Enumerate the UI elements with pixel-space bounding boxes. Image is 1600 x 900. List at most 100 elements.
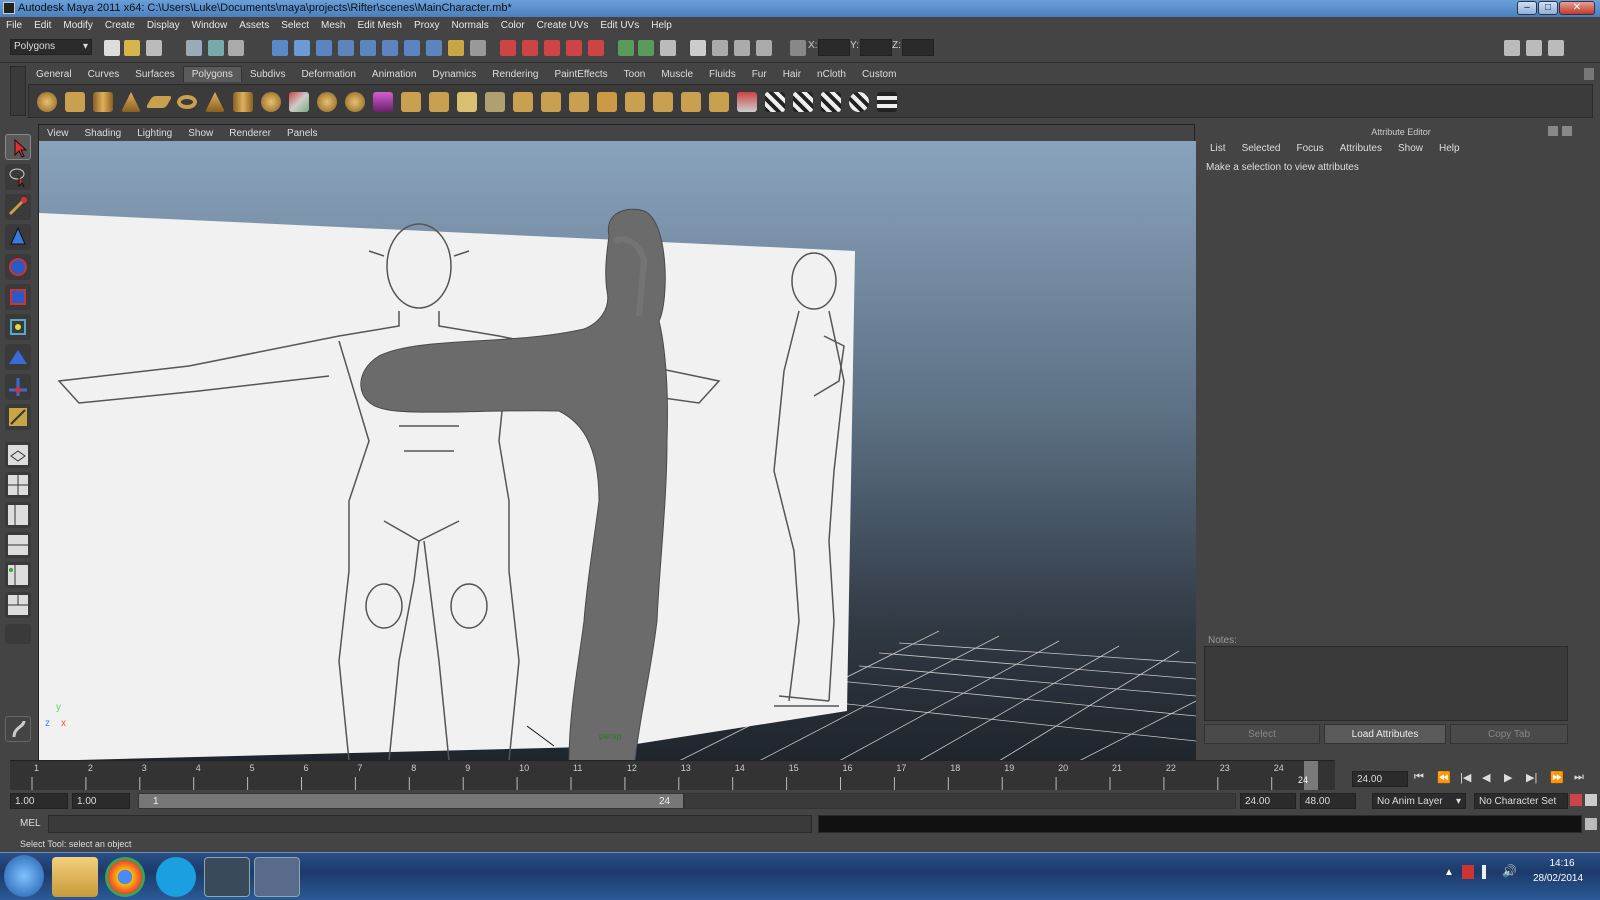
step-forward-key-icon[interactable]: ⏩ — [1550, 771, 1564, 784]
snap-curve-icon[interactable] — [522, 40, 538, 56]
menu-mesh[interactable]: Mesh — [315, 17, 351, 31]
combine-icon[interactable] — [289, 92, 309, 112]
ae-menu-help[interactable]: Help — [1431, 143, 1468, 154]
toggle-channel-box-icon[interactable] — [1548, 40, 1564, 56]
snap-grid-icon[interactable] — [500, 40, 516, 56]
wedge-face-icon[interactable] — [625, 92, 645, 112]
ae-menu-show[interactable]: Show — [1390, 143, 1431, 154]
output-ops-icon[interactable] — [638, 40, 654, 56]
shelf-tab-hair[interactable]: Hair — [775, 67, 809, 83]
menu-create[interactable]: Create — [99, 17, 141, 31]
step-forward-frame-icon[interactable]: ▶| — [1526, 771, 1537, 784]
playback-start-field[interactable]: 1.00 — [72, 793, 130, 809]
notes-field[interactable] — [1204, 646, 1568, 721]
character-set-dropdown[interactable]: No Character Set — [1474, 793, 1568, 809]
play-backwards-icon[interactable]: ◀ — [1482, 771, 1490, 784]
load-attributes-button[interactable]: Load Attributes — [1324, 724, 1446, 744]
select-tool-icon[interactable] — [5, 134, 31, 160]
lock-selection-icon[interactable] — [448, 40, 464, 56]
ae-menu-focus[interactable]: Focus — [1288, 143, 1331, 154]
taskbar-clock-date[interactable]: 28/02/2014 — [1528, 873, 1588, 884]
3d-scene[interactable]: persp y z x — [39, 141, 1196, 761]
paint-select-tool-icon[interactable] — [5, 194, 31, 220]
current-time-field[interactable]: 24.00 — [1352, 771, 1408, 787]
menu-color[interactable]: Color — [495, 17, 531, 31]
spherical-mapping-icon[interactable] — [821, 92, 841, 112]
ipr-render-icon[interactable] — [734, 40, 750, 56]
select-hierarchy-icon[interactable] — [186, 40, 202, 56]
surfaces-mask-icon[interactable] — [360, 40, 376, 56]
menu-file[interactable]: File — [0, 17, 28, 31]
z-field[interactable] — [902, 39, 934, 56]
shelf-tab-polygons[interactable]: Polygons — [182, 66, 242, 82]
panel-menu-view[interactable]: View — [39, 125, 77, 139]
poly-pyramid-icon[interactable] — [205, 92, 225, 112]
soft-modification-icon[interactable] — [5, 344, 31, 370]
file-explorer-taskbar-icon[interactable] — [52, 857, 98, 897]
float-panel-icon[interactable] — [1548, 126, 1558, 136]
shelf-tab-deformation[interactable]: Deformation — [293, 67, 363, 83]
panel-menu-lighting[interactable]: Lighting — [129, 125, 180, 139]
input-ops-icon[interactable] — [618, 40, 634, 56]
universal-manipulator-icon[interactable] — [5, 314, 31, 340]
highlight-selection-icon[interactable] — [470, 40, 486, 56]
volume-icon[interactable]: 🔊 — [1502, 864, 1517, 878]
misc-mask-icon[interactable] — [426, 40, 442, 56]
render-settings-icon[interactable] — [756, 40, 772, 56]
toggle-attribute-editor-icon[interactable] — [1504, 40, 1520, 56]
menu-edit-mesh[interactable]: Edit Mesh — [351, 17, 407, 31]
start-button-icon[interactable] — [4, 855, 44, 897]
construction-history-icon[interactable] — [660, 40, 676, 56]
step-back-frame-icon[interactable]: |◀ — [1460, 771, 1471, 784]
shelf-tab-surfaces[interactable]: Surfaces — [127, 67, 182, 83]
paint-effects-brush-icon[interactable] — [5, 716, 31, 742]
toggle-tool-settings-icon[interactable] — [1526, 40, 1542, 56]
handles-icon[interactable] — [294, 40, 310, 56]
automatic-mapping-icon[interactable] — [849, 92, 869, 112]
go-to-start-icon[interactable]: ⏮ — [1414, 771, 1424, 784]
dynamics-mask-icon[interactable] — [404, 40, 420, 56]
insert-edge-loop-icon[interactable] — [513, 92, 533, 112]
play-forwards-icon[interactable]: ▶ — [1504, 771, 1512, 784]
extrude-icon[interactable] — [401, 92, 421, 112]
poly-cone-icon[interactable] — [121, 92, 141, 112]
range-slider-handle[interactable]: 1 24 — [138, 793, 684, 809]
ae-menu-attributes[interactable]: Attributes — [1332, 143, 1390, 154]
snap-view-plane-icon[interactable] — [566, 40, 582, 56]
bevel-icon[interactable] — [569, 92, 589, 112]
make-live-icon[interactable] — [588, 40, 604, 56]
shelf-tab-custom[interactable]: Custom — [854, 67, 904, 83]
joints-icon[interactable] — [316, 40, 332, 56]
ae-menu-selected[interactable]: Selected — [1234, 143, 1289, 154]
shelf-tab-general[interactable]: General — [28, 67, 80, 83]
merge-icon[interactable] — [597, 92, 617, 112]
menu-edit[interactable]: Edit — [28, 17, 57, 31]
menu-help[interactable]: Help — [645, 17, 678, 31]
menu-proxy[interactable]: Proxy — [408, 17, 446, 31]
maya-taskbar-icon[interactable] — [204, 857, 250, 897]
menu-display[interactable]: Display — [141, 17, 186, 31]
shelf-tab-fur[interactable]: Fur — [744, 67, 775, 83]
mirror-icon[interactable] — [737, 92, 757, 112]
poly-plane-icon[interactable] — [145, 96, 173, 108]
snap-point-icon[interactable] — [544, 40, 560, 56]
planar-mapping-icon[interactable] — [765, 92, 785, 112]
skype-taskbar-icon[interactable] — [156, 857, 196, 897]
hypershade-persp-layout-icon[interactable] — [5, 562, 31, 588]
poly-soccer-ball-icon[interactable] — [261, 92, 281, 112]
shelf-tab-painteffects[interactable]: PaintEffects — [546, 67, 615, 83]
separate-icon[interactable] — [317, 92, 337, 112]
y-field[interactable] — [860, 39, 892, 56]
close-panel-icon[interactable] — [1562, 126, 1572, 136]
shelf-tab-subdivs[interactable]: Subdivs — [242, 67, 294, 83]
poly-cube-icon[interactable] — [65, 92, 85, 112]
layout-options-button[interactable] — [5, 624, 31, 644]
outliner-persp-layout-icon[interactable] — [5, 502, 31, 528]
maximize-button[interactable]: □ — [1538, 1, 1558, 15]
last-tool-used-icon[interactable] — [5, 404, 31, 430]
playback-end-field[interactable]: 24.00 — [1240, 793, 1296, 809]
mode-selector[interactable]: Polygons ▾ — [10, 39, 92, 55]
poly-sphere-icon[interactable] — [37, 92, 57, 112]
menu-window[interactable]: Window — [186, 17, 234, 31]
go-to-end-icon[interactable]: ⏭ — [1574, 771, 1584, 784]
